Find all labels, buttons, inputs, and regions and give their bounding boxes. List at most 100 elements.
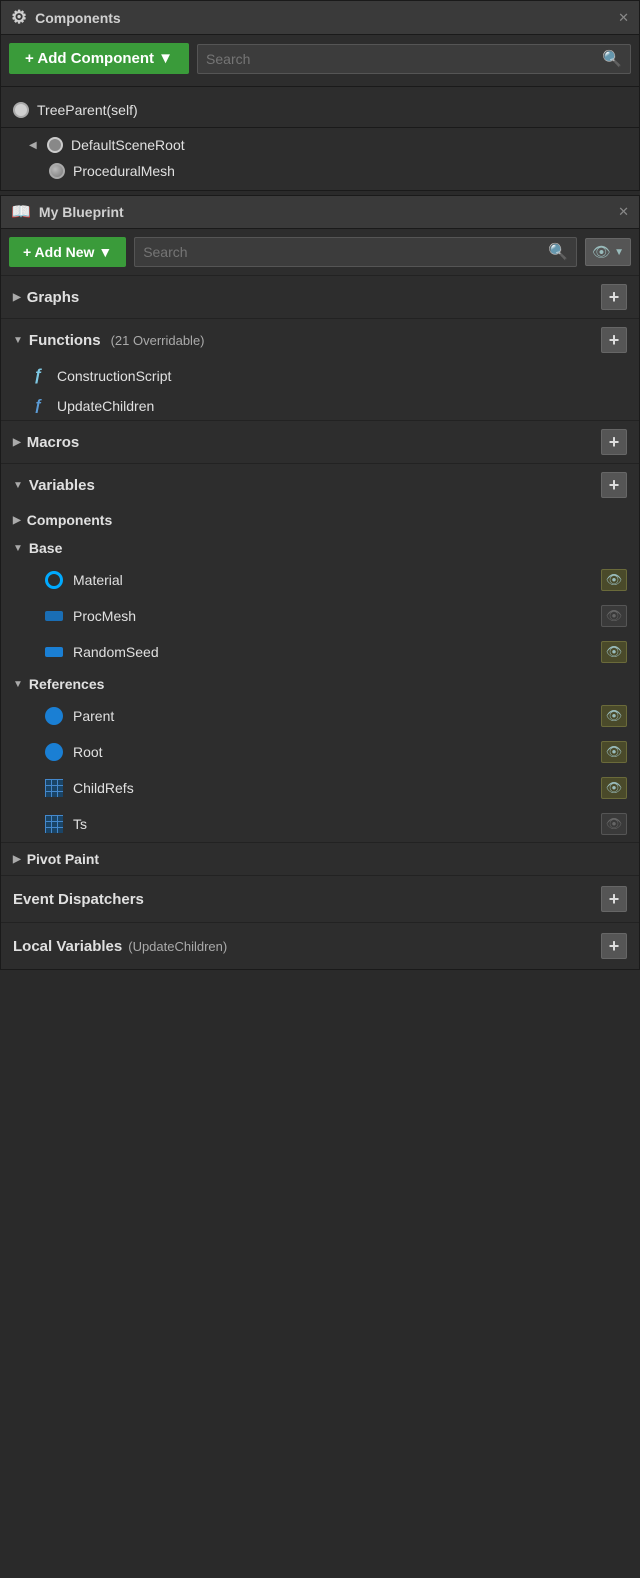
childrefs-icon bbox=[45, 779, 63, 797]
childrefs-visibility-button[interactable]: 👁 bbox=[601, 777, 627, 799]
components-group-arrow: ▶ bbox=[13, 515, 21, 526]
ts-icon bbox=[45, 815, 63, 833]
graphs-arrow: ▶ bbox=[13, 292, 21, 303]
var-item-ts[interactable]: Ts 👁 bbox=[1, 806, 639, 842]
material-label: Material bbox=[73, 572, 123, 588]
components-group-label: Components bbox=[27, 512, 113, 528]
eye-dropdown-arrow: ▼ bbox=[614, 247, 624, 258]
section-macros[interactable]: ▶ Macros + bbox=[1, 420, 639, 463]
components-tree: TreeParent(self) ◀ DefaultSceneRoot Proc… bbox=[1, 91, 639, 190]
blueprint-search-box[interactable]: 🔍 bbox=[134, 237, 577, 267]
components-panel-icon: ⚙ bbox=[11, 7, 27, 28]
variables-label: Variables bbox=[29, 477, 95, 494]
graphs-add-button[interactable]: + bbox=[601, 284, 627, 310]
components-close-button[interactable]: ✕ bbox=[618, 10, 629, 26]
blueprint-search-icon: 🔍 bbox=[548, 242, 568, 262]
subsection-references[interactable]: ▼ References bbox=[1, 670, 639, 698]
blueprint-close-button[interactable]: ✕ bbox=[618, 204, 629, 220]
randomseed-label: RandomSeed bbox=[73, 644, 159, 660]
event-dispatchers-add-button[interactable]: + bbox=[601, 886, 627, 912]
var-item-parent[interactable]: Parent 👁 bbox=[1, 698, 639, 734]
components-panel: ⚙ Components ✕ + Add Component ▼ 🔍 TreeP… bbox=[0, 0, 640, 191]
tree-item-treeparent[interactable]: TreeParent(self) bbox=[1, 97, 639, 123]
blueprint-panel: 📖 My Blueprint ✕ + Add New ▼ 🔍 👁 ▼ ▶ Gra… bbox=[0, 195, 640, 970]
parent-label: Parent bbox=[73, 708, 114, 724]
tree-item-proceduralmesh[interactable]: ProceduralMesh bbox=[1, 158, 639, 184]
functions-add-button[interactable]: + bbox=[601, 327, 627, 353]
components-search-icon: 🔍 bbox=[602, 49, 622, 69]
references-label: References bbox=[29, 676, 105, 692]
components-title-group: ⚙ Components bbox=[11, 7, 121, 28]
ts-visibility-button[interactable]: 👁 bbox=[601, 813, 627, 835]
procmesh-label: ProcMesh bbox=[73, 608, 136, 624]
root-label: Root bbox=[73, 744, 103, 760]
base-group-label: Base bbox=[29, 540, 62, 556]
variables-arrow: ▼ bbox=[13, 480, 23, 491]
defaultsceneroot-label: DefaultSceneRoot bbox=[71, 137, 185, 153]
section-local-variables[interactable]: Local Variables (UpdateChildren) + bbox=[1, 922, 639, 969]
defaultsceneroot-arrow: ◀ bbox=[29, 140, 39, 151]
section-variables[interactable]: ▼ Variables + bbox=[1, 463, 639, 506]
var-item-root[interactable]: Root 👁 bbox=[1, 734, 639, 770]
add-component-button[interactable]: + Add Component ▼ bbox=[9, 43, 189, 74]
parent-visibility-button[interactable]: 👁 bbox=[601, 705, 627, 727]
blueprint-title-group: 📖 My Blueprint bbox=[11, 202, 124, 222]
constructionscript-label: ConstructionScript bbox=[57, 368, 171, 384]
subsection-base[interactable]: ▼ Base bbox=[1, 534, 639, 562]
macros-add-button[interactable]: + bbox=[601, 429, 627, 455]
constructionscript-icon: ƒ bbox=[29, 367, 47, 385]
procmesh-icon bbox=[45, 611, 63, 621]
childrefs-label: ChildRefs bbox=[73, 780, 134, 796]
local-variables-add-button[interactable]: + bbox=[601, 933, 627, 959]
macros-arrow: ▶ bbox=[13, 437, 21, 448]
tree-item-defaultsceneroot[interactable]: ◀ DefaultSceneRoot bbox=[1, 132, 639, 158]
treeparent-icon bbox=[13, 102, 29, 118]
functions-label: Functions bbox=[29, 332, 101, 349]
functions-sub-label: (21 Overridable) bbox=[111, 333, 205, 348]
subsection-components[interactable]: ▶ Components bbox=[1, 506, 639, 534]
section-graphs[interactable]: ▶ Graphs + bbox=[1, 275, 639, 318]
blueprint-toolbar: + Add New ▼ 🔍 👁 ▼ bbox=[1, 229, 639, 275]
local-variables-label: Local Variables bbox=[13, 938, 122, 955]
components-search-box[interactable]: 🔍 bbox=[197, 44, 631, 74]
add-new-button[interactable]: + Add New ▼ bbox=[9, 237, 126, 267]
eye-icon: 👁 bbox=[592, 243, 611, 261]
section-functions[interactable]: ▼ Functions (21 Overridable) + bbox=[1, 318, 639, 361]
tree-separator bbox=[1, 127, 639, 128]
pivot-paint-arrow: ▶ bbox=[13, 854, 21, 865]
var-item-material[interactable]: Material 👁 bbox=[1, 562, 639, 598]
root-icon bbox=[45, 743, 63, 761]
section-event-dispatchers[interactable]: Event Dispatchers + bbox=[1, 875, 639, 922]
defaultsceneroot-icon bbox=[47, 137, 63, 153]
blueprint-panel-title: My Blueprint bbox=[39, 204, 124, 220]
func-item-updatechildren[interactable]: ƒ UpdateChildren bbox=[1, 391, 639, 420]
functions-arrow: ▼ bbox=[13, 335, 23, 346]
section-pivot-paint[interactable]: ▶ Pivot Paint bbox=[1, 842, 639, 875]
components-separator bbox=[1, 86, 639, 87]
var-item-procmesh[interactable]: ProcMesh 👁 bbox=[1, 598, 639, 634]
var-item-childrefs[interactable]: ChildRefs 👁 bbox=[1, 770, 639, 806]
event-dispatchers-label: Event Dispatchers bbox=[13, 891, 144, 908]
blueprint-panel-header: 📖 My Blueprint ✕ bbox=[1, 196, 639, 229]
variables-add-button[interactable]: + bbox=[601, 472, 627, 498]
updatechildren-icon: ƒ bbox=[29, 397, 47, 414]
material-icon bbox=[45, 571, 63, 589]
randomseed-icon bbox=[45, 647, 63, 657]
components-search-input[interactable] bbox=[206, 51, 596, 67]
func-item-constructionscript[interactable]: ƒ ConstructionScript bbox=[1, 361, 639, 391]
var-item-randomseed[interactable]: RandomSeed 👁 bbox=[1, 634, 639, 670]
blueprint-search-input[interactable] bbox=[143, 244, 542, 260]
components-panel-title: Components bbox=[35, 10, 121, 26]
material-visibility-button[interactable]: 👁 bbox=[601, 569, 627, 591]
proceduralmesh-icon bbox=[49, 163, 65, 179]
ts-label: Ts bbox=[73, 816, 87, 832]
visibility-filter-button[interactable]: 👁 ▼ bbox=[585, 238, 631, 266]
randomseed-visibility-button[interactable]: 👁 bbox=[601, 641, 627, 663]
macros-label: Macros bbox=[27, 434, 80, 451]
procmesh-visibility-button[interactable]: 👁 bbox=[601, 605, 627, 627]
root-visibility-button[interactable]: 👁 bbox=[601, 741, 627, 763]
proceduralmesh-label: ProceduralMesh bbox=[73, 163, 175, 179]
references-arrow: ▼ bbox=[13, 679, 23, 690]
updatechildren-label: UpdateChildren bbox=[57, 398, 154, 414]
treeparent-label: TreeParent(self) bbox=[37, 102, 138, 118]
